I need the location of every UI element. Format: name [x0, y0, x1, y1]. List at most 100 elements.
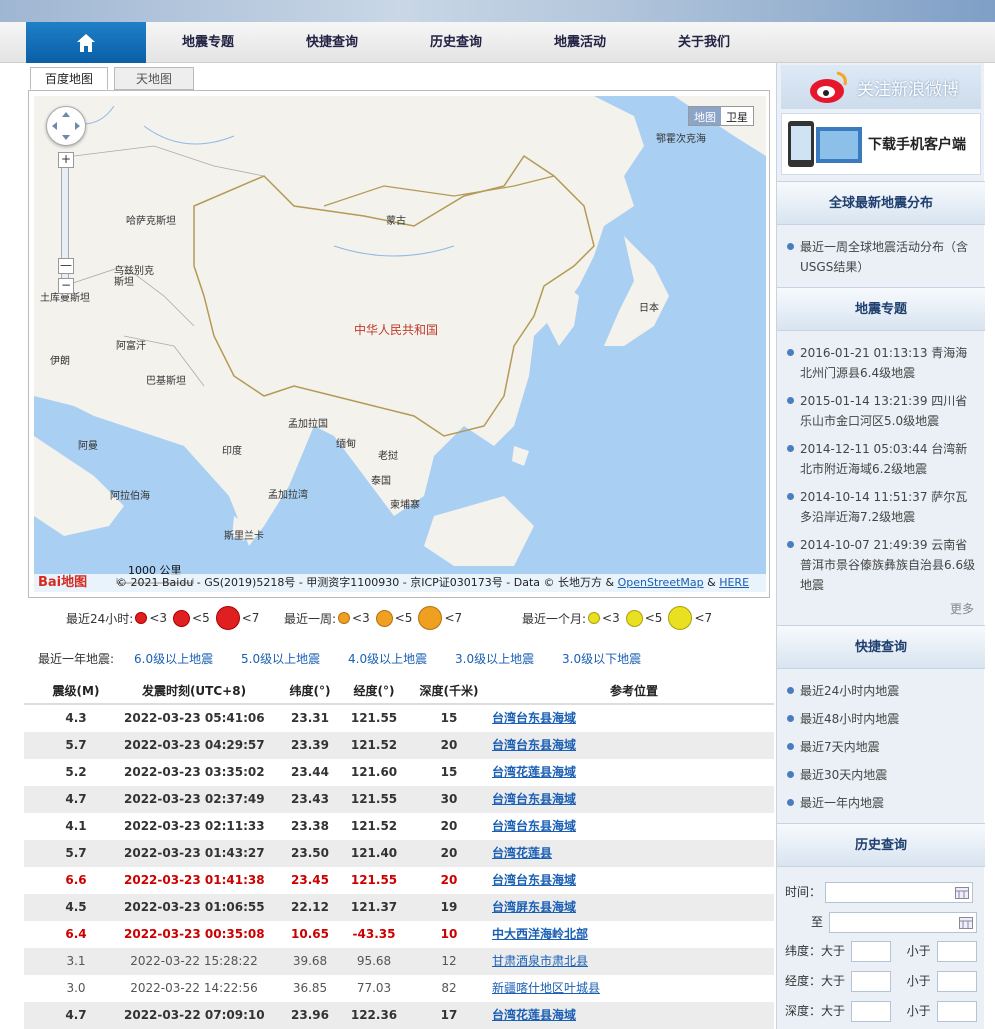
legend-day: 最近24小时: <3 <5 <7 — [66, 602, 259, 634]
here-link[interactable]: HERE — [719, 576, 749, 589]
table-row: 6.4 2022-03-23 00:35:08 10.65 -43.35 10 中大西洋海… — [24, 921, 774, 948]
more-link[interactable]: 更多 — [950, 600, 974, 617]
cell-magnitude: 4.1 — [65, 819, 87, 833]
list-item[interactable]: 2014-10-07 21:49:39 云南省普洱市景谷傣族彝族自治县6.6级地… — [787, 535, 979, 595]
cell-longitude: 121.55 — [350, 873, 398, 887]
cell-time: 2022-03-22 15:28:22 — [130, 954, 258, 968]
list-item[interactable]: 最近24小时内地震 — [787, 681, 979, 701]
header-depth: 深度(千米) — [419, 684, 479, 698]
label-bay-of-bengal: 孟加拉湾 — [268, 490, 308, 501]
table-row: 4.7 2022-03-22 07:09:10 23.96 122.36 17 台湾花莲县… — [24, 1002, 774, 1029]
table-row: 5.7 2022-03-23 01:43:27 23.50 121.40 20 台湾花莲县 — [24, 840, 774, 867]
nav-about-us[interactable]: 关于我们 — [678, 22, 730, 63]
cell-time: 2022-03-23 01:41:38 — [124, 873, 265, 887]
cell-magnitude: 6.4 — [65, 927, 87, 941]
link-m3-below[interactable]: 3.0级以下地震 — [562, 650, 641, 667]
location-link[interactable]: 中大西洋海岭北部 — [492, 927, 588, 941]
depth-min-input[interactable] — [850, 1001, 891, 1022]
cell-time: 2022-03-23 01:06:55 — [124, 900, 265, 914]
map-type-satellite[interactable]: 卫星 — [721, 107, 753, 125]
list-item[interactable]: 最近一周全球地震活动分布（含USGS结果） — [787, 237, 979, 277]
location-link[interactable]: 台湾屏东县海域 — [492, 900, 576, 914]
header-location: 参考位置 — [609, 684, 658, 698]
main-nav: 地震专题 快捷查询 历史查询 地震活动 关于我们 — [0, 22, 995, 63]
legend-week-lt7: <7 — [444, 611, 463, 625]
latitude-max-input[interactable] — [936, 941, 977, 962]
cell-depth: 17 — [440, 1008, 458, 1022]
location-link[interactable]: 新疆喀什地区叶城县 — [492, 981, 600, 995]
map-type-map[interactable]: 地图 — [689, 107, 721, 125]
label-thailand: 泰国 — [371, 476, 391, 487]
location-link[interactable]: 台湾花莲县海域 — [492, 765, 576, 779]
list-item[interactable]: 2014-10-14 11:51:37 萨尔瓦多沿岸近海7.2级地震 — [787, 487, 979, 527]
list-item[interactable]: 2014-12-11 05:03:44 台湾新北市附近海域6.2级地震 — [787, 439, 979, 479]
pan-control[interactable] — [46, 106, 86, 146]
legend-week: 最近一周: <3 <5 <7 — [284, 602, 462, 634]
label-srilanka: 斯里兰卡 — [224, 531, 264, 542]
cell-longitude: 121.60 — [350, 765, 398, 779]
home-button[interactable] — [26, 22, 146, 63]
zoom-in-button[interactable]: + — [58, 152, 74, 168]
location-link[interactable]: 甘肃酒泉市肃北县 — [492, 954, 588, 968]
time-start-input[interactable] — [824, 882, 973, 903]
label-laos: 老挝 — [378, 451, 398, 462]
legend-month-dot-large — [668, 606, 693, 630]
nav-quick-query[interactable]: 快捷查询 — [306, 22, 358, 63]
time-to-label: 至 — [810, 915, 823, 929]
cell-depth: 30 — [440, 792, 458, 806]
map-copyright: © 2021 Baidu - GS(2019)5218号 - 甲测资字11009… — [34, 574, 766, 592]
weibo-follow-text: 关注新浪微博 — [857, 79, 959, 100]
download-app-banner[interactable]: 下载手机客户端 — [781, 113, 981, 175]
zoom-handle[interactable]: — — [58, 258, 74, 274]
list-item[interactable]: 最近30天内地震 — [787, 765, 979, 785]
nav-earthquake-topics[interactable]: 地震专题 — [182, 22, 234, 63]
nav-earthquake-activity[interactable]: 地震活动 — [554, 22, 606, 63]
cell-latitude: 36.85 — [292, 981, 328, 995]
cell-location: 台湾花莲县 — [492, 840, 772, 867]
latitude-label: 纬度：大于 — [785, 944, 846, 958]
cell-time: 2022-03-22 14:22:56 — [130, 981, 258, 995]
location-link[interactable]: 台湾花莲县海域 — [492, 1008, 576, 1022]
legend-day-label: 最近24小时: — [66, 611, 134, 626]
nav-history-query[interactable]: 历史查询 — [430, 22, 482, 63]
map-legend: 最近24小时: <3 <5 <7 最近一周: <3 <5 <7 最近一个月: <… — [26, 602, 772, 634]
depth-max-input[interactable] — [936, 1001, 977, 1022]
time-end-input[interactable] — [828, 912, 977, 933]
calendar-icon — [958, 917, 973, 929]
longitude-min-input[interactable] — [850, 971, 891, 992]
location-link[interactable]: 台湾台东县海域 — [492, 819, 576, 833]
location-link[interactable]: 台湾台东县海域 — [492, 792, 576, 806]
cell-latitude: 23.43 — [291, 792, 329, 806]
list-item[interactable]: 最近48小时内地震 — [787, 709, 979, 729]
cell-latitude: 23.44 — [291, 765, 329, 779]
link-m5-above[interactable]: 5.0级以上地震 — [241, 650, 320, 667]
link-m6-above[interactable]: 6.0级以上地震 — [134, 650, 213, 667]
list-item[interactable]: 2016-01-21 01:13:13 青海海北州门源县6.4级地震 — [787, 343, 979, 383]
legend-week-lt3: <3 — [352, 611, 370, 625]
map-canvas[interactable]: 鄂霍次克海 哈萨克斯坦 蒙古 乌兹别克斯坦 土库曼斯坦 阿富汗 伊朗 巴基斯坦 … — [34, 96, 766, 592]
link-m3-above[interactable]: 3.0级以上地震 — [455, 650, 534, 667]
label-iran: 伊朗 — [50, 356, 70, 367]
tab-tianditu[interactable]: 天地图 — [114, 67, 194, 90]
table-row: 5.2 2022-03-23 03:35:02 23.44 121.60 15 台湾花莲县… — [24, 759, 774, 786]
longitude-max-input[interactable] — [936, 971, 977, 992]
location-link[interactable]: 台湾台东县海域 — [492, 738, 576, 752]
label-kazakhstan: 哈萨克斯坦 — [126, 216, 176, 227]
legend-day-dot-small — [135, 612, 148, 624]
latitude-min-input[interactable] — [850, 941, 891, 962]
osm-link[interactable]: OpenStreetMap — [618, 576, 704, 589]
label-india: 印度 — [222, 446, 242, 457]
longitude-row: 经度：大于 小于 — [785, 970, 977, 992]
tab-baidu-map[interactable]: 百度地图 — [30, 67, 108, 90]
cell-latitude: 39.68 — [292, 954, 328, 968]
list-item[interactable]: 最近7天内地震 — [787, 737, 979, 757]
list-item[interactable]: 2015-01-14 13:21:39 四川省乐山市金口河区5.0级地震 — [787, 391, 979, 431]
weibo-follow-banner[interactable]: 关注新浪微博 — [781, 65, 981, 109]
list-item[interactable]: 最近一年内地震 — [787, 793, 979, 813]
link-m4-above[interactable]: 4.0级以上地震 — [348, 650, 427, 667]
cell-latitude: 10.65 — [291, 927, 329, 941]
location-link[interactable]: 台湾台东县海域 — [492, 873, 576, 887]
location-link[interactable]: 台湾花莲县 — [492, 846, 552, 860]
zoom-out-button[interactable]: − — [58, 278, 74, 294]
location-link[interactable]: 台湾台东县海域 — [492, 711, 576, 725]
